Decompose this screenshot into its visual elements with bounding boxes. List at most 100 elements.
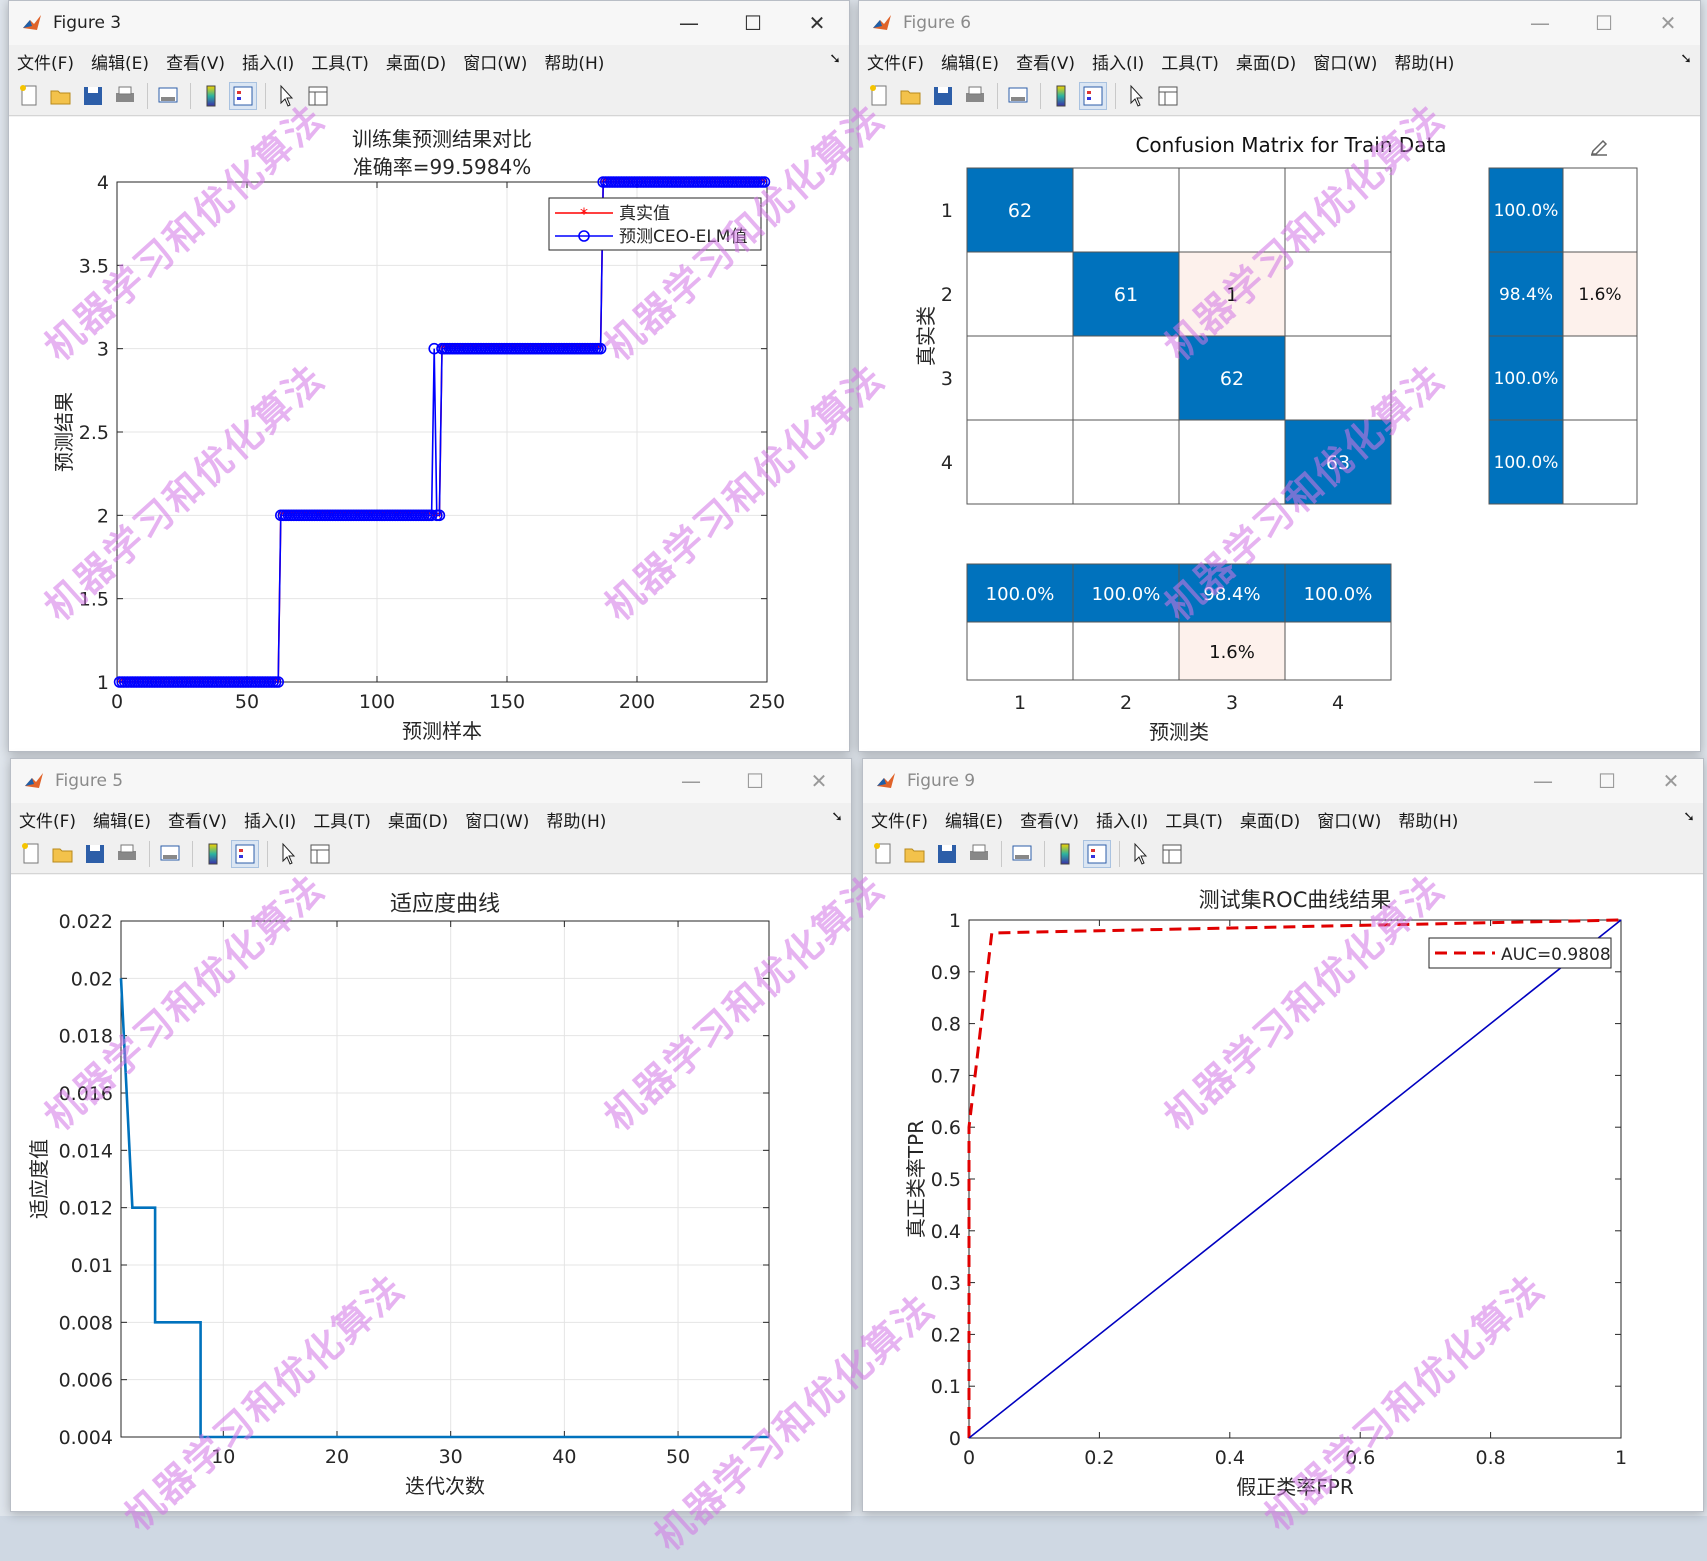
menu-item[interactable]: 工具(T) [1161, 49, 1219, 74]
new-figure-button[interactable] [17, 840, 45, 868]
link-plot-button[interactable] [1004, 82, 1032, 110]
minimize-button[interactable]: — [659, 759, 723, 803]
colorbar-button[interactable] [197, 82, 225, 110]
menu-item[interactable]: 文件(F) [867, 49, 924, 74]
colorbar-button[interactable] [1051, 840, 1079, 868]
maximize-button[interactable]: ☐ [1572, 1, 1636, 45]
figure-canvas[interactable]: 10 20 30 40 50 0.004 0.006 0.008 0.01 0.012 0.014 0… [11, 875, 851, 1511]
menu-item[interactable]: 插入(I) [1092, 49, 1144, 74]
close-button[interactable]: ✕ [787, 759, 851, 803]
menu-item[interactable]: 帮助(H) [546, 807, 606, 832]
legend-button[interactable] [1083, 840, 1111, 868]
menu-item[interactable]: 窗口(W) [1313, 49, 1377, 74]
save-button[interactable] [79, 82, 107, 110]
title-bar[interactable]: Figure 5 — ☐ ✕ [11, 759, 851, 803]
legend-button[interactable] [231, 840, 259, 868]
property-editor-icon [1158, 86, 1178, 106]
open-file-button[interactable] [47, 82, 75, 110]
figure-6-window[interactable]: Figure 6 — ☐ ✕ 文件(F) 编辑(E) 查看(V) 插入(I) 工具(T)… [858, 0, 1701, 752]
menu-item[interactable]: 编辑(E) [941, 49, 999, 74]
print-button[interactable] [113, 840, 141, 868]
dock-arrow-icon[interactable]: ➘ [1680, 51, 1692, 67]
pointer-button[interactable] [1126, 840, 1154, 868]
menu-item[interactable]: 编辑(E) [93, 807, 151, 832]
menu-item[interactable]: 插入(I) [1096, 807, 1148, 832]
dock-arrow-icon[interactable]: ➘ [831, 809, 843, 825]
menu-item[interactable]: 文件(F) [871, 807, 928, 832]
pointer-button[interactable] [274, 840, 302, 868]
figure-9-window[interactable]: Figure 9 — ☐ ✕ 文件(F) 编辑(E) 查看(V) 插入(I) 工具(T)… [862, 758, 1704, 1512]
menu-item[interactable]: 窗口(W) [465, 807, 529, 832]
title-bar[interactable]: Figure 3 — ☐ ✕ [9, 1, 849, 45]
save-button[interactable] [81, 840, 109, 868]
link-plot-button[interactable] [1008, 840, 1036, 868]
title-bar[interactable]: Figure 9 — ☐ ✕ [863, 759, 1703, 803]
colorbar-button[interactable] [199, 840, 227, 868]
figure-canvas[interactable]: Confusion Matrix for Train Data 62 1 61 1 2 62… [859, 117, 1700, 751]
maximize-button[interactable]: ☐ [1575, 759, 1639, 803]
open-file-button[interactable] [897, 82, 925, 110]
dock-arrow-icon[interactable]: ➘ [829, 51, 841, 67]
minimize-button[interactable]: — [1511, 759, 1575, 803]
property-editor-button[interactable] [1154, 82, 1182, 110]
close-button[interactable]: ✕ [1639, 759, 1703, 803]
menu-item[interactable]: 编辑(E) [945, 807, 1003, 832]
print-button[interactable] [961, 82, 989, 110]
link-plot-button[interactable] [154, 82, 182, 110]
open-file-button[interactable] [901, 840, 929, 868]
menu-item[interactable]: 查看(V) [166, 49, 225, 74]
pointer-button[interactable] [1122, 82, 1150, 110]
menu-item[interactable]: 工具(T) [311, 49, 369, 74]
menu-item[interactable]: 查看(V) [1016, 49, 1075, 74]
new-figure-button[interactable] [865, 82, 893, 110]
property-editor-button[interactable] [306, 840, 334, 868]
figure-5-window[interactable]: Figure 5 — ☐ ✕ 文件(F) 编辑(E) 查看(V) 插入(I) 工具(T)… [10, 758, 852, 1512]
menu-item[interactable]: 桌面(D) [1240, 807, 1300, 832]
save-button[interactable] [929, 82, 957, 110]
print-button[interactable] [965, 840, 993, 868]
close-button[interactable]: ✕ [1636, 1, 1700, 45]
menu-item[interactable]: 插入(I) [242, 49, 294, 74]
row-class-label: 4 [941, 452, 953, 474]
colorbar-button[interactable] [1047, 82, 1075, 110]
menu-item[interactable]: 查看(V) [168, 807, 227, 832]
figure-canvas[interactable]: 0 50 100 150 200 250 1 1.5 2 2.5 3 3.5 4 预测样本 预测结果 训练集预… [9, 117, 849, 751]
minimize-button[interactable]: — [1508, 1, 1572, 45]
legend-button[interactable] [229, 82, 257, 110]
figure-3-window[interactable]: Figure 3 — ☐ ✕ 文件(F) 编辑(E) 查看(V) 插入(I) 工具(T)… [8, 0, 850, 752]
legend-button[interactable] [1079, 82, 1107, 110]
pointer-button[interactable] [272, 82, 300, 110]
close-button[interactable]: ✕ [785, 1, 849, 45]
menu-item[interactable]: 查看(V) [1020, 807, 1079, 832]
menu-item[interactable]: 帮助(H) [1398, 807, 1458, 832]
menu-item[interactable]: 工具(T) [1165, 807, 1223, 832]
minimize-button[interactable]: — [657, 1, 721, 45]
property-editor-button[interactable] [304, 82, 332, 110]
menu-item[interactable]: 工具(T) [313, 807, 371, 832]
new-figure-button[interactable] [869, 840, 897, 868]
x-tick-label: 0.6 [1345, 1447, 1375, 1469]
property-editor-button[interactable] [1158, 840, 1186, 868]
y-tick-label: 0.022 [59, 911, 113, 933]
menu-item[interactable]: 桌面(D) [388, 807, 448, 832]
menu-item[interactable]: 帮助(H) [1394, 49, 1454, 74]
title-bar[interactable]: Figure 6 — ☐ ✕ [859, 1, 1700, 45]
figure-canvas[interactable]: 0 0.2 0.4 0.6 0.8 1 0 0.1 0.2 0.3 0.4 0.5 0.6 0.7 0.8 0… [863, 875, 1703, 1511]
menu-item[interactable]: 桌面(D) [1236, 49, 1296, 74]
menu-item[interactable]: 编辑(E) [91, 49, 149, 74]
open-file-button[interactable] [49, 840, 77, 868]
menu-item[interactable]: 桌面(D) [386, 49, 446, 74]
menu-item[interactable]: 插入(I) [244, 807, 296, 832]
maximize-button[interactable]: ☐ [723, 759, 787, 803]
menu-item[interactable]: 文件(F) [17, 49, 74, 74]
save-button[interactable] [933, 840, 961, 868]
new-figure-button[interactable] [15, 82, 43, 110]
menu-item[interactable]: 帮助(H) [544, 49, 604, 74]
maximize-button[interactable]: ☐ [721, 1, 785, 45]
dock-arrow-icon[interactable]: ➘ [1683, 809, 1695, 825]
menu-item[interactable]: 窗口(W) [1317, 807, 1381, 832]
menu-item[interactable]: 文件(F) [19, 807, 76, 832]
print-button[interactable] [111, 82, 139, 110]
menu-item[interactable]: 窗口(W) [463, 49, 527, 74]
link-plot-button[interactable] [156, 840, 184, 868]
